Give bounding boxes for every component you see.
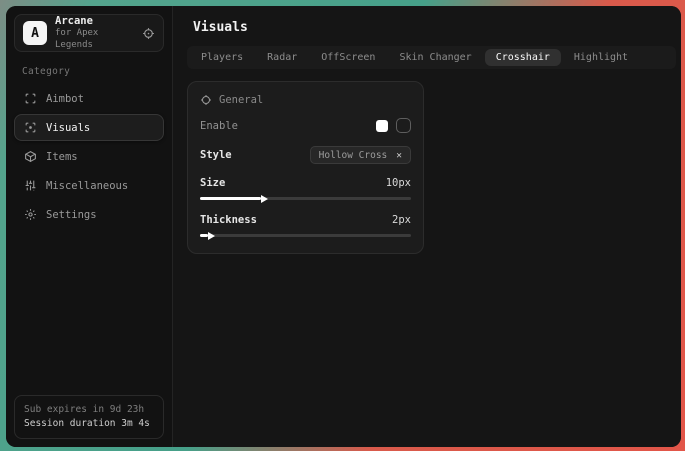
size-slider-thumb[interactable]	[261, 195, 268, 203]
sidebar-item-aimbot[interactable]: Aimbot	[14, 85, 164, 112]
tab-highlight[interactable]: Highlight	[563, 49, 639, 66]
enable-row: Enable	[200, 118, 411, 133]
tab-offscreen[interactable]: OffScreen	[310, 49, 386, 66]
subscription-info-box: Sub expires in 9d 23h Session duration 3…	[14, 395, 164, 440]
sidebar-item-visuals[interactable]: Visuals	[14, 114, 164, 141]
main-content: Visuals Players Radar OffScreen Skin Cha…	[173, 6, 681, 447]
tab-players[interactable]: Players	[190, 49, 254, 66]
app-window: A Arcane for Apex Legends Category Aimbo…	[6, 6, 681, 447]
tab-crosshair[interactable]: Crosshair	[485, 49, 561, 66]
category-label: Category	[22, 66, 164, 77]
style-row: Style Hollow Cross ✕	[200, 146, 411, 164]
sidebar-item-label: Aimbot	[46, 93, 84, 105]
general-panel: General Enable Style Hollow Cross ✕ Size…	[187, 81, 424, 254]
sidebar-item-label: Settings	[46, 209, 97, 221]
sidebar-item-label: Visuals	[46, 122, 90, 134]
panel-title: General	[219, 94, 263, 106]
tab-radar[interactable]: Radar	[256, 49, 308, 66]
crosshair-target-icon[interactable]	[142, 27, 155, 40]
size-value: 10px	[386, 177, 411, 189]
sidebar: A Arcane for Apex Legends Category Aimbo…	[6, 6, 173, 447]
crosshair-target-icon	[200, 94, 212, 106]
gear-icon	[24, 208, 37, 221]
sidebar-nav: Aimbot Visuals Items	[14, 85, 164, 228]
size-label: Size	[200, 177, 225, 189]
sidebar-item-label: Items	[46, 151, 78, 163]
visuals-focus-icon	[24, 121, 37, 134]
size-row: Size 10px	[200, 177, 411, 189]
sub-expiry-text: Sub expires in 9d 23h	[24, 403, 154, 417]
style-select[interactable]: Hollow Cross ✕	[310, 146, 411, 164]
app-name: Arcane	[55, 15, 134, 28]
aimbot-crosshair-icon	[24, 92, 37, 105]
thickness-slider-thumb[interactable]	[208, 232, 215, 240]
remove-style-icon[interactable]: ✕	[396, 150, 402, 161]
sidebar-item-settings[interactable]: Settings	[14, 201, 164, 228]
enable-label: Enable	[200, 120, 238, 132]
app-logo: A	[23, 21, 47, 45]
session-duration-text: Session duration 3m 4s	[24, 417, 154, 431]
page-title: Visuals	[193, 20, 681, 35]
tab-skin-changer[interactable]: Skin Changer	[388, 49, 482, 66]
style-label: Style	[200, 149, 232, 161]
items-box-icon	[24, 150, 37, 163]
sidebar-item-miscellaneous[interactable]: Miscellaneous	[14, 172, 164, 199]
app-header-card: A Arcane for Apex Legends	[14, 14, 164, 52]
thickness-label: Thickness	[200, 214, 257, 226]
thickness-slider[interactable]	[200, 234, 411, 237]
size-slider[interactable]	[200, 197, 411, 200]
enable-checkbox[interactable]	[396, 118, 411, 133]
sliders-icon	[24, 179, 37, 192]
style-value: Hollow Cross	[319, 150, 388, 161]
sidebar-item-label: Miscellaneous	[46, 180, 128, 192]
thickness-value: 2px	[392, 214, 411, 226]
crosshair-color-swatch[interactable]	[376, 120, 388, 132]
app-subtitle: for Apex Legends	[55, 28, 134, 51]
thickness-row: Thickness 2px	[200, 214, 411, 226]
visuals-tabbar: Players Radar OffScreen Skin Changer Cro…	[187, 46, 676, 69]
sidebar-item-items[interactable]: Items	[14, 143, 164, 170]
